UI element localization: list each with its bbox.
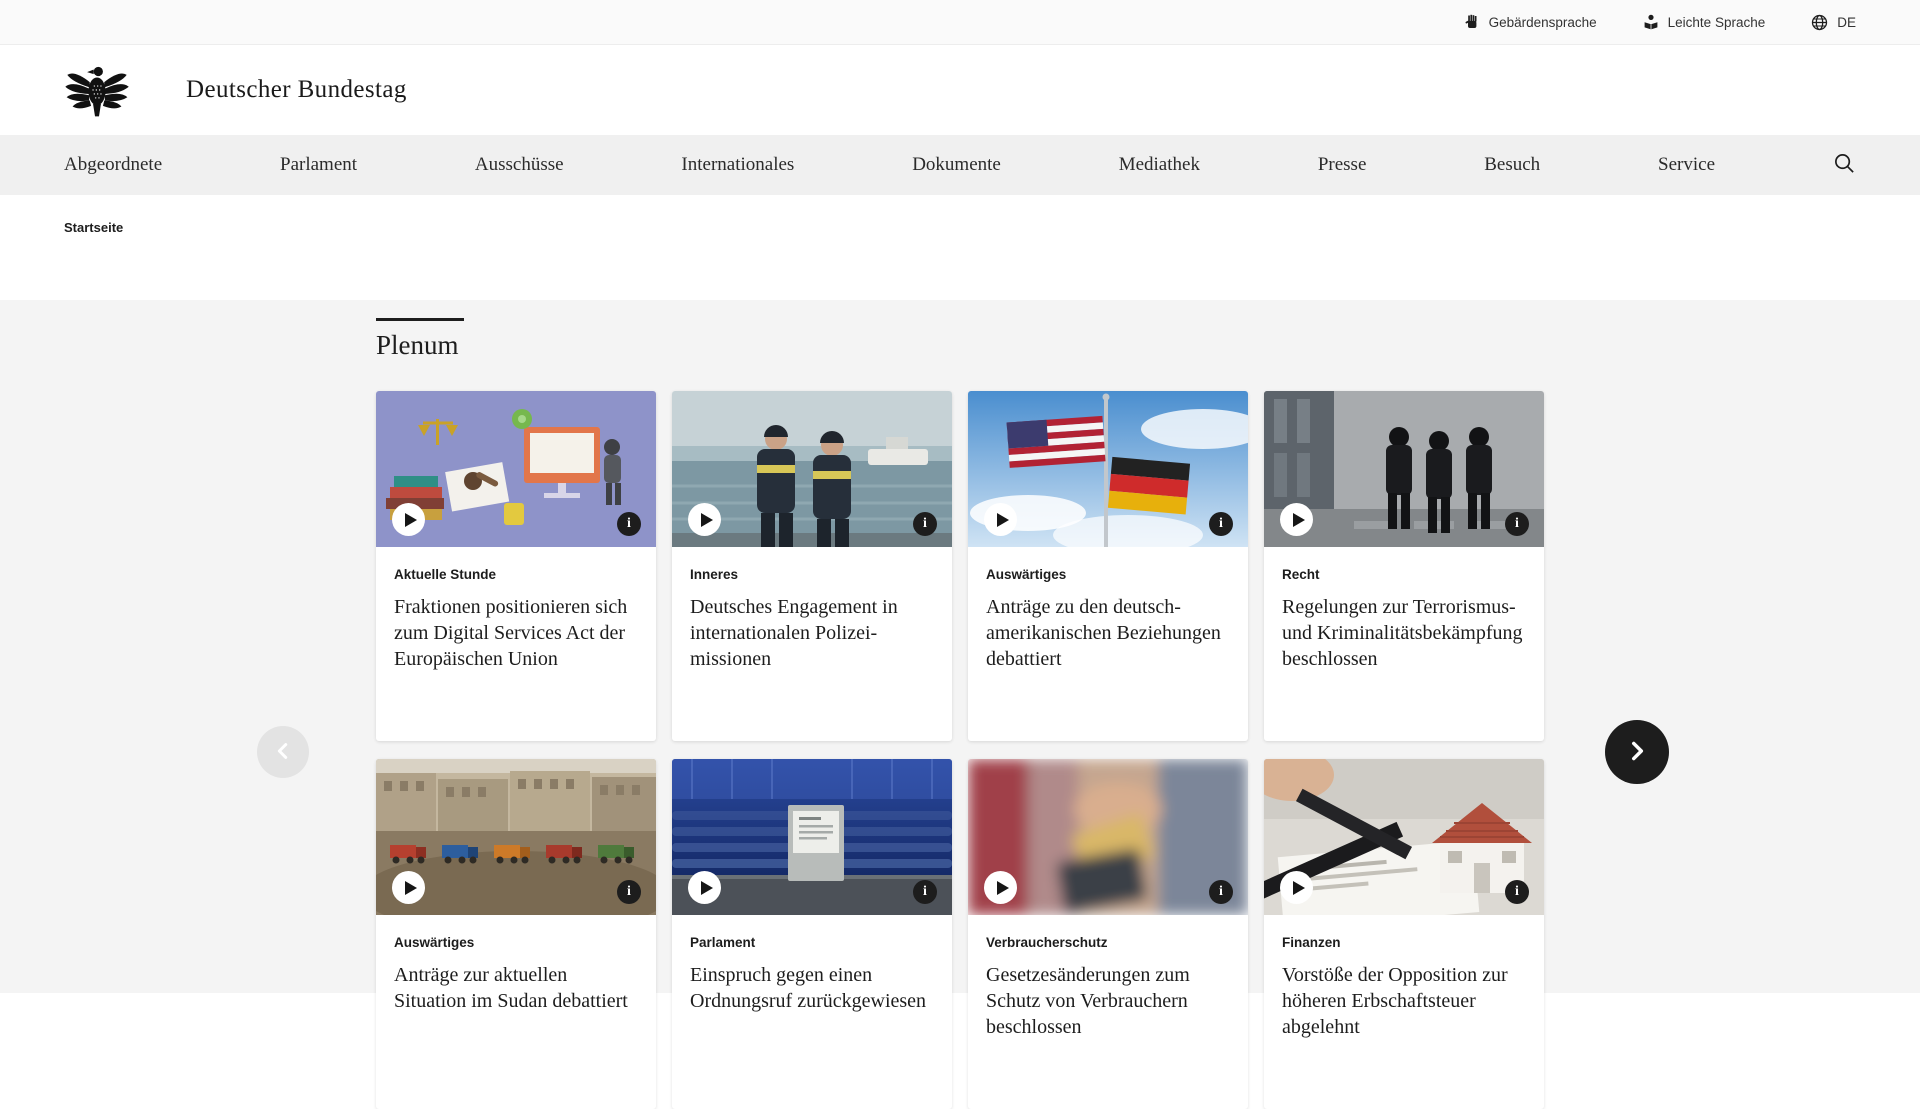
nav-item-service[interactable]: Service — [1658, 154, 1715, 176]
card-image-police-harbor: i — [672, 391, 952, 547]
teaser-grid: i Aktuelle Stunde Fraktionen positionier… — [376, 391, 1544, 1109]
play-button[interactable] — [392, 503, 425, 536]
play-button[interactable] — [1280, 871, 1313, 904]
card-image-us-german-flags: i — [968, 391, 1248, 547]
nav-item-dokumente[interactable]: Dokumente — [912, 154, 1001, 176]
section-title: Plenum — [376, 330, 1544, 361]
info-icon: i — [627, 516, 631, 532]
info-button[interactable]: i — [617, 880, 641, 904]
plenum-section: Plenum — [0, 300, 1920, 993]
info-button[interactable]: i — [1209, 512, 1233, 536]
card-category: Parlament — [690, 935, 934, 950]
breadcrumb: Startseite — [0, 195, 1920, 300]
teaser-card[interactable]: i Inneres Deutsches Engagement in intern… — [672, 391, 952, 741]
sign-language-icon — [1464, 14, 1480, 30]
chevron-left-icon — [272, 740, 294, 765]
nav-item-besuch[interactable]: Besuch — [1484, 154, 1540, 176]
nav-item-ausschuesse[interactable]: Ausschüsse — [475, 154, 564, 176]
nav-item-abgeordnete[interactable]: Abgeordnete — [64, 154, 162, 176]
teaser-card[interactable]: i Auswärtiges Anträge zur aktuellen Situ… — [376, 759, 656, 1109]
info-icon: i — [1515, 516, 1519, 532]
carousel-previous-button[interactable] — [257, 726, 309, 778]
card-category: Auswärtiges — [986, 567, 1230, 582]
card-category: Recht — [1282, 567, 1526, 582]
easy-language-link[interactable]: Leichte Sprache — [1643, 14, 1766, 30]
card-category: Inneres — [690, 567, 934, 582]
card-title: Gesetzesänderungen zum Schutz von Verbra… — [986, 962, 1230, 1040]
teaser-card[interactable]: i Finanzen Vorstöße der Opposition zur h… — [1264, 759, 1544, 1109]
info-icon: i — [923, 516, 927, 532]
nav-item-mediathek[interactable]: Mediathek — [1119, 154, 1200, 176]
play-icon — [701, 513, 713, 527]
info-button[interactable]: i — [617, 512, 641, 536]
play-button[interactable] — [688, 503, 721, 536]
bundestag-eagle-logo[interactable] — [64, 57, 130, 123]
info-icon: i — [627, 884, 631, 900]
card-category: Finanzen — [1282, 935, 1526, 950]
teaser-card[interactable]: i Verbraucherschutz Gesetzesänderungen z… — [968, 759, 1248, 1109]
globe-icon — [1811, 14, 1828, 31]
easy-language-icon — [1643, 14, 1659, 30]
teaser-card[interactable]: i Auswärtiges Anträge zu den deutsch-ame… — [968, 391, 1248, 741]
language-switch[interactable]: DE — [1811, 14, 1856, 31]
info-button[interactable]: i — [913, 512, 937, 536]
card-image-consumer-payment: i — [968, 759, 1248, 915]
easy-language-label: Leichte Sprache — [1668, 15, 1766, 30]
site-header: Deutscher Bundestag — [0, 45, 1920, 135]
play-button[interactable] — [392, 871, 425, 904]
card-category: Auswärtiges — [394, 935, 638, 950]
card-title: Regelungen zur Terrorismus- und Kriminal… — [1282, 594, 1526, 672]
info-button[interactable]: i — [1209, 880, 1233, 904]
card-image-construction-site: i — [376, 759, 656, 915]
card-image-tactical-police: i — [1264, 391, 1544, 547]
search-icon — [1833, 152, 1856, 178]
play-icon — [701, 881, 713, 895]
info-icon: i — [1219, 516, 1223, 532]
card-image-digital-services-illustration: i — [376, 391, 656, 547]
site-title[interactable]: Deutscher Bundestag — [186, 76, 407, 104]
nav-item-parlament[interactable]: Parlament — [280, 154, 357, 176]
card-title: Deutsches Engagement in internationalen … — [690, 594, 934, 672]
info-button[interactable]: i — [913, 880, 937, 904]
card-title: Vorstöße der Opposition zur höheren Erbs… — [1282, 962, 1526, 1040]
info-button[interactable]: i — [1505, 512, 1529, 536]
card-image-plenary-hall-document: i — [672, 759, 952, 915]
card-title: Anträge zur aktuellen Situation im Sudan… — [394, 962, 638, 1014]
play-button[interactable] — [1280, 503, 1313, 536]
card-image-model-house-ribbon: i — [1264, 759, 1544, 915]
nav-item-internationales[interactable]: Internationales — [681, 154, 794, 176]
teaser-card[interactable]: i Recht Regelungen zur Terrorismus- und … — [1264, 391, 1544, 741]
teaser-card[interactable]: i Aktuelle Stunde Fraktionen positionier… — [376, 391, 656, 741]
search-button[interactable] — [1833, 152, 1856, 178]
play-icon — [405, 881, 417, 895]
nav-item-presse[interactable]: Presse — [1318, 154, 1367, 176]
play-button[interactable] — [984, 871, 1017, 904]
play-icon — [997, 881, 1009, 895]
sign-language-label: Gebärdensprache — [1489, 15, 1597, 30]
play-icon — [1293, 513, 1305, 527]
main-navigation: Abgeordnete Parlament Ausschüsse Interna… — [0, 135, 1920, 195]
info-icon: i — [1219, 884, 1223, 900]
sign-language-link[interactable]: Gebärdensprache — [1464, 14, 1597, 30]
play-icon — [405, 513, 417, 527]
card-title: Anträge zu den deutsch-amerikanischen Be… — [986, 594, 1230, 672]
info-button[interactable]: i — [1505, 880, 1529, 904]
info-icon: i — [1515, 884, 1519, 900]
play-icon — [997, 513, 1009, 527]
card-category: Verbraucherschutz — [986, 935, 1230, 950]
play-icon — [1293, 881, 1305, 895]
teaser-card[interactable]: i Parlament Einspruch gegen einen Ordnun… — [672, 759, 952, 1109]
play-button[interactable] — [688, 871, 721, 904]
section-rule — [376, 318, 464, 321]
play-button[interactable] — [984, 503, 1017, 536]
card-title: Einspruch gegen einen Ordnungsruf zurück… — [690, 962, 934, 1014]
card-category: Aktuelle Stunde — [394, 567, 638, 582]
language-label: DE — [1837, 15, 1856, 30]
info-icon: i — [923, 884, 927, 900]
card-title: Fraktionen positionieren sich zum Digita… — [394, 594, 638, 672]
carousel-next-button[interactable] — [1605, 720, 1669, 784]
chevron-right-icon — [1624, 738, 1650, 767]
utility-bar: Gebärdensprache Leichte Sprache DE — [0, 0, 1920, 45]
breadcrumb-item-startseite[interactable]: Startseite — [64, 220, 123, 235]
